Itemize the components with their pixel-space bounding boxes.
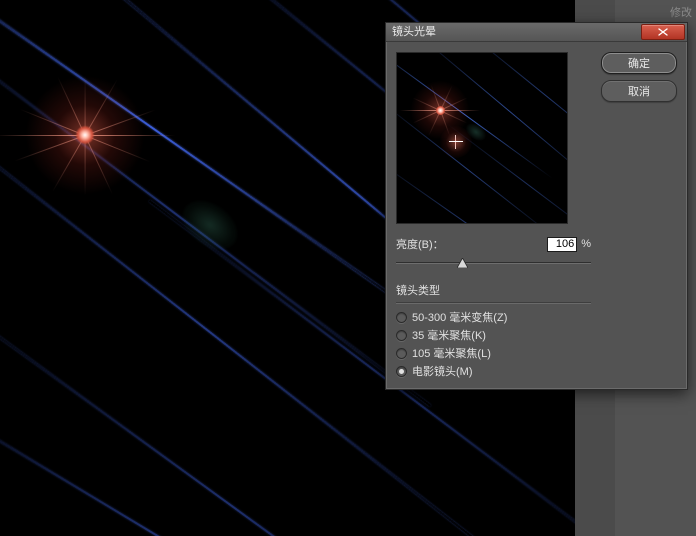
ok-button[interactable]: 确定: [601, 52, 677, 74]
light-streak: [0, 380, 449, 536]
radio-icon: [396, 330, 407, 341]
radio-icon: [396, 366, 407, 377]
brightness-slider[interactable]: [396, 256, 591, 270]
lens-type-legend: 镜头类型: [396, 282, 591, 298]
panel-tab-label[interactable]: 修改: [670, 4, 692, 20]
lens-flare-dialog: 镜头光晕: [385, 22, 688, 390]
lens-type-option[interactable]: 电影镜头(M): [396, 363, 591, 379]
close-button[interactable]: [641, 24, 685, 40]
brightness-input[interactable]: [547, 237, 577, 252]
cancel-button[interactable]: 取消: [601, 80, 677, 102]
lens-type-option-label: 35 毫米聚焦(K): [412, 327, 486, 343]
percent-suffix: %: [581, 238, 591, 250]
lens-type-option-label: 50-300 毫米变焦(Z): [412, 309, 507, 325]
lens-type-option-label: 电影镜头(M): [412, 363, 473, 379]
lens-type-radiogroup: 50-300 毫米变焦(Z) 35 毫米聚焦(K) 105 毫米聚焦(L) 电影镜头(…: [396, 309, 591, 379]
lens-type-option[interactable]: 50-300 毫米变焦(Z): [396, 309, 591, 325]
brightness-label: 亮度(B)：: [396, 236, 444, 252]
group-separator: [396, 302, 591, 303]
light-streak: [0, 0, 408, 307]
radio-icon: [396, 312, 407, 323]
dialog-titlebar[interactable]: 镜头光晕: [386, 23, 687, 42]
flare-center-crosshair: [452, 138, 460, 146]
lens-type-option[interactable]: 105 毫米聚焦(L): [396, 345, 591, 361]
lens-type-option[interactable]: 35 毫米聚焦(K): [396, 327, 591, 343]
lens-ghost: [174, 191, 246, 259]
dialog-title: 镜头光晕: [392, 23, 436, 41]
radio-icon: [396, 348, 407, 359]
lens-type-option-label: 105 毫米聚焦(L): [412, 345, 491, 361]
close-icon: [658, 28, 668, 36]
flare-preview[interactable]: [396, 52, 568, 224]
slider-thumb[interactable]: [457, 258, 468, 268]
